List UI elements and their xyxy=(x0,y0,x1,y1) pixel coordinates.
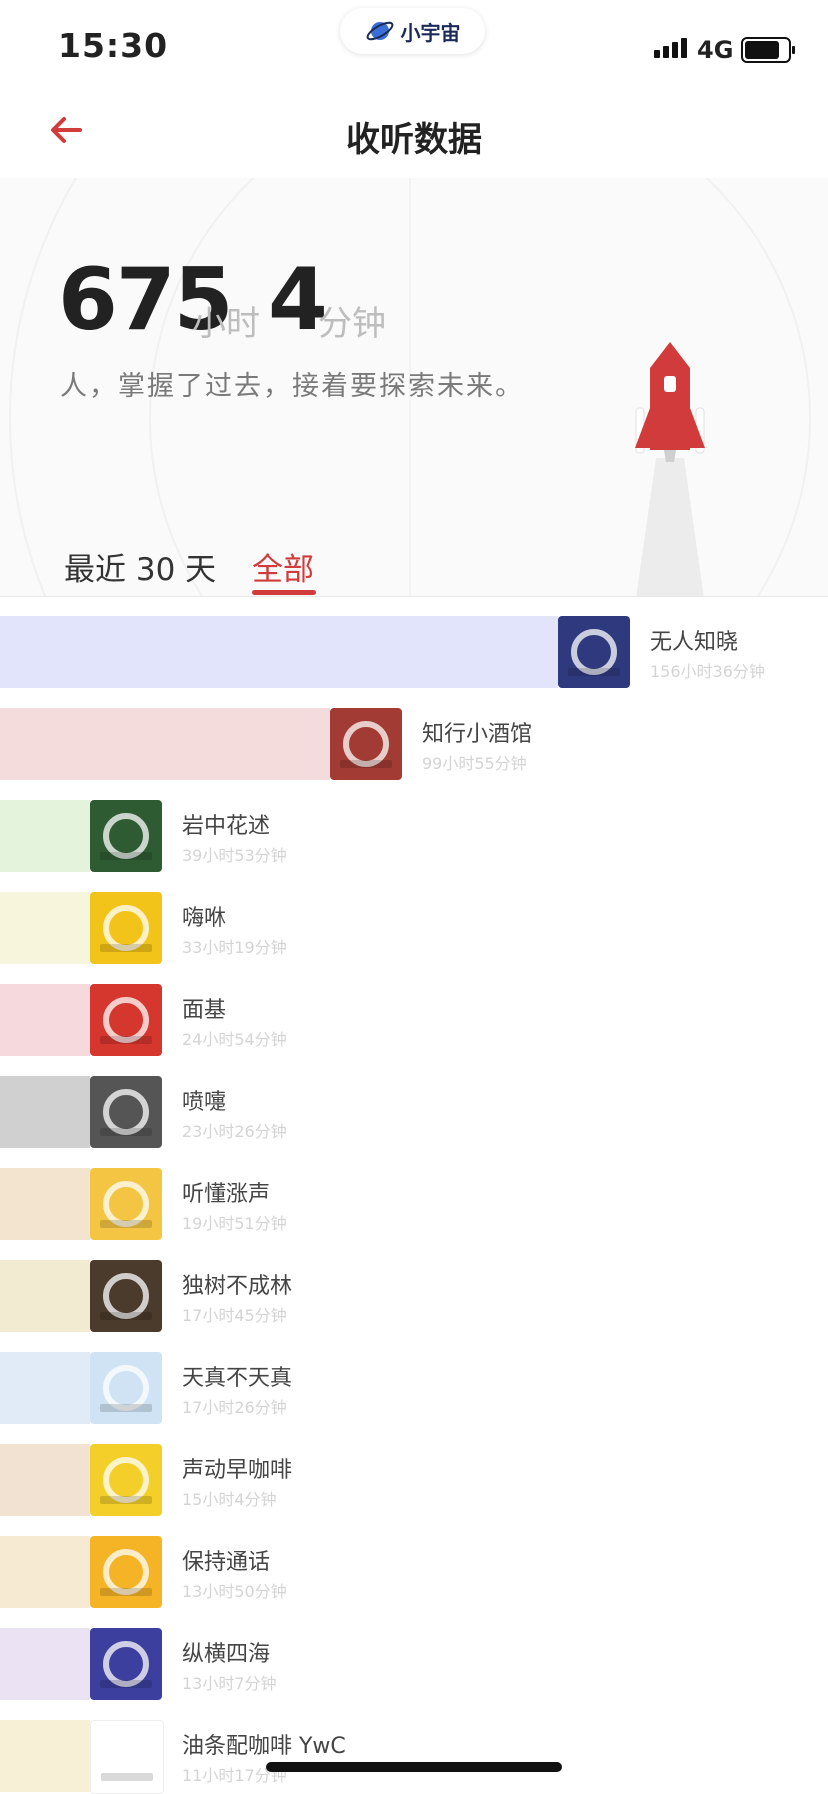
podcast-row[interactable]: 声动早咖啡 15小时4分钟 xyxy=(0,1424,828,1516)
podcast-row[interactable]: 独树不成林 17小时45分钟 xyxy=(0,1240,828,1332)
podcast-row[interactable]: 嗨咻 33小时19分钟 xyxy=(0,872,828,964)
podcast-name: 声动早咖啡 xyxy=(182,1458,293,1483)
podcast-duration: 13小时50分钟 xyxy=(182,1582,287,1601)
app-pill-label: 小宇宙 xyxy=(400,20,461,45)
podcast-row[interactable]: 面基 24小时54分钟 xyxy=(0,964,828,1056)
podcast-row[interactable]: 知行小酒馆 99小时55分钟 xyxy=(0,688,828,780)
podcast-cover[interactable] xyxy=(90,984,162,1056)
status-time: 15:30 xyxy=(58,26,169,65)
podcast-duration: 19小时51分钟 xyxy=(182,1214,287,1233)
podcast-duration: 17小时45分钟 xyxy=(182,1306,287,1325)
podcast-name: 喷嚏 xyxy=(182,1090,227,1115)
podcast-duration: 156小时36分钟 xyxy=(650,662,765,681)
network-label: 4G xyxy=(697,36,734,64)
podcast-duration: 99小时55分钟 xyxy=(421,754,527,773)
podcast-cover[interactable] xyxy=(90,1720,164,1794)
minutes-unit: 分钟 xyxy=(318,304,386,344)
podcast-cover[interactable] xyxy=(90,1536,162,1608)
page-title: 收听数据 xyxy=(346,120,482,160)
listen-time-bar xyxy=(0,1720,90,1792)
hours-unit: 小时 xyxy=(192,304,260,344)
listen-time-bar xyxy=(0,892,90,964)
podcast-duration: 39小时53分钟 xyxy=(182,846,287,865)
listen-time-bar xyxy=(0,1444,90,1516)
podcast-name: 岩中花述 xyxy=(182,814,271,839)
podcast-duration: 15小时4分钟 xyxy=(182,1490,277,1509)
podcast-row[interactable]: 岩中花述 39小时53分钟 xyxy=(0,780,828,872)
podcast-row[interactable]: 喷嚏 23小时26分钟 xyxy=(0,1056,828,1148)
podcast-cover[interactable] xyxy=(90,1076,162,1148)
signal-icon xyxy=(654,38,687,58)
podcast-name: 无人知晓 xyxy=(650,630,739,655)
listen-time-bar xyxy=(0,1352,90,1424)
podcast-duration: 24小时54分钟 xyxy=(182,1030,287,1049)
podcast-name: 保持通话 xyxy=(182,1550,271,1575)
podcast-name: 听懂涨声 xyxy=(182,1182,271,1207)
podcast-cover[interactable] xyxy=(90,1168,162,1240)
slogan: 人，掌握了过去，接着要探索未来。 xyxy=(60,371,524,402)
status-bar: 15:30 小宇宙 4G xyxy=(0,0,828,88)
podcast-duration: 33小时19分钟 xyxy=(182,938,287,957)
podcast-name: 天真不天真 xyxy=(182,1366,293,1391)
podcast-row[interactable]: 无人知晓 156小时36分钟 xyxy=(0,596,828,688)
podcast-row[interactable]: 纵横四海 13小时7分钟 xyxy=(0,1608,828,1700)
podcast-name: 嗨咻 xyxy=(182,906,227,931)
podcast-cover[interactable] xyxy=(90,1628,162,1700)
app-pill[interactable]: 小宇宙 xyxy=(340,8,485,54)
podcast-ranking-list: 无人知晓 156小时36分钟知行小酒馆 99小时55分钟岩中花述 39小时53分钟嗨咻… xyxy=(0,596,828,1794)
listen-time-bar xyxy=(0,800,90,872)
tab-all[interactable]: 全部 xyxy=(252,544,314,589)
podcast-name: 纵横四海 xyxy=(182,1642,271,1667)
listen-time-bar xyxy=(0,1076,90,1148)
listen-time-bar xyxy=(0,708,330,780)
home-indicator xyxy=(266,1762,562,1772)
podcast-duration: 13小时7分钟 xyxy=(182,1674,277,1693)
podcast-name: 油条配咖啡 YwC xyxy=(182,1734,346,1759)
listen-time-bar xyxy=(0,1260,90,1332)
podcast-name: 知行小酒馆 xyxy=(421,722,532,747)
summary-hero: 675 小时 4 分钟 人，掌握了过去，接着要探索未来。 最近 30 天 全部 xyxy=(0,178,828,596)
podcast-row[interactable]: 天真不天真 17小时26分钟 xyxy=(0,1332,828,1424)
podcast-cover[interactable] xyxy=(90,800,162,872)
podcast-cover[interactable] xyxy=(329,708,402,780)
listen-time-bar xyxy=(0,1628,90,1700)
range-tabs: 最近 30 天 全部 xyxy=(0,530,828,596)
podcast-cover[interactable] xyxy=(90,1352,162,1424)
podcast-cover[interactable] xyxy=(558,616,630,688)
listen-time-bar xyxy=(0,984,90,1056)
podcast-duration: 23小时26分钟 xyxy=(182,1122,287,1141)
podcast-cover[interactable] xyxy=(90,1444,162,1516)
planet-icon xyxy=(366,21,393,41)
listen-time-bar xyxy=(0,616,558,688)
nav-bar: 收听数据 xyxy=(0,88,828,178)
listen-time-bar xyxy=(0,1168,90,1240)
podcast-cover[interactable] xyxy=(90,1260,162,1332)
podcast-row[interactable]: 保持通话 13小时50分钟 xyxy=(0,1516,828,1608)
podcast-row[interactable]: 听懂涨声 19小时51分钟 xyxy=(0,1148,828,1240)
podcast-name: 独树不成林 xyxy=(182,1274,293,1299)
podcast-name: 面基 xyxy=(182,998,227,1023)
podcast-duration: 17小时26分钟 xyxy=(182,1398,287,1417)
podcast-cover[interactable] xyxy=(90,892,162,964)
tab-recent-30[interactable]: 最近 30 天 xyxy=(64,544,216,589)
battery-icon xyxy=(741,37,795,63)
tab-active-indicator xyxy=(252,590,316,595)
listen-time-bar xyxy=(0,1536,90,1608)
podcast-row[interactable]: 油条配咖啡 YwC 11小时17分钟 xyxy=(0,1700,828,1794)
